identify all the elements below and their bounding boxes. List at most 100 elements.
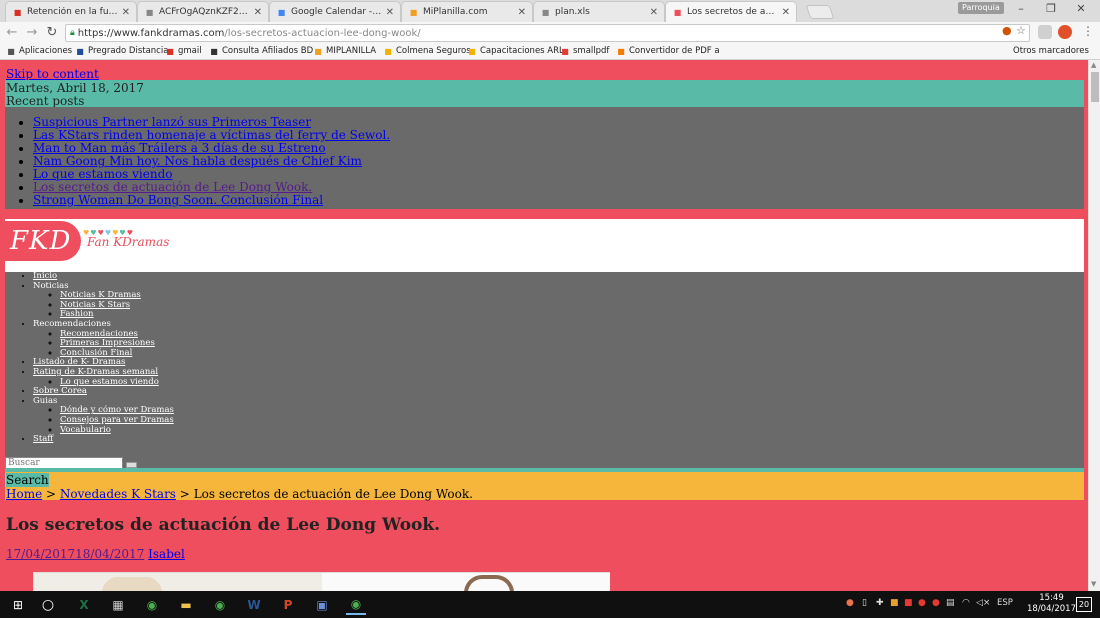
chrome-active-icon[interactable]: ◉ — [346, 595, 366, 615]
breadcrumb-category[interactable]: Novedades K Stars — [60, 487, 176, 501]
excel-icon[interactable]: X — [74, 595, 94, 615]
browser-tab[interactable]: ■ MiPlanilla.com ✕ — [401, 1, 533, 22]
network-app-icon[interactable]: ▣ — [312, 595, 332, 615]
close-tab-icon[interactable]: ✕ — [122, 7, 130, 18]
site-logo[interactable]: FKD — [5, 221, 81, 261]
submenu-link[interactable]: Primeras Impresiones — [60, 338, 155, 348]
skip-to-content-link[interactable]: Skip to content — [6, 67, 99, 81]
bookmark-item[interactable]: ■ Capacitaciones ARL — [467, 46, 564, 56]
bookmark-star-icon[interactable]: ☆ — [1016, 24, 1026, 37]
back-arrow-icon[interactable]: ← — [4, 25, 20, 41]
tray-app-icon[interactable]: ● — [932, 598, 940, 608]
chrome-icon[interactable]: ◉ — [142, 595, 162, 615]
submenu-link[interactable]: Noticias K Dramas — [60, 290, 141, 300]
tray-app-icon[interactable]: ■ — [904, 598, 913, 608]
featured-image — [33, 572, 610, 591]
browser-tab[interactable]: ■ Retención en la fuente -✕ — [5, 1, 137, 22]
breadcrumb-home[interactable]: Home — [6, 487, 42, 501]
close-tab-icon[interactable]: ✕ — [518, 7, 526, 18]
tray-app-icon[interactable]: ● — [846, 598, 854, 608]
browser-tab[interactable]: ■ Google Calendar - Mes d✕ — [269, 1, 401, 22]
bookmark-item[interactable]: ■ Convertidor de PDF a — [616, 46, 719, 56]
profile-badge[interactable]: Parroquia — [958, 2, 1004, 14]
menu-link[interactable]: Noticias — [33, 281, 69, 291]
close-window-icon[interactable]: ✕ — [1066, 2, 1096, 15]
recent-post-link[interactable]: Nam Goong Min hoy. Nos habla después de … — [33, 154, 362, 168]
main-navigation: InicioNoticiasNoticias K DramasNoticias … — [5, 271, 1084, 467]
reload-icon[interactable]: ↻ — [44, 25, 60, 41]
breadcrumb-separator: > — [179, 487, 190, 501]
post-date-link[interactable]: 17/04/201718/04/2017 — [6, 547, 144, 561]
powerpoint-icon[interactable]: P — [278, 595, 298, 615]
gmail-icon: ■ — [166, 46, 174, 56]
submenu-link[interactable]: Recomendaciones — [60, 329, 138, 339]
bookmark-item[interactable]: ■ Consulta Afiliados BD — [209, 46, 313, 56]
tray-app-icon[interactable]: ■ — [890, 598, 899, 608]
translate-icon[interactable]: ● — [1002, 24, 1012, 37]
extension-badge-icon[interactable] — [1058, 25, 1072, 39]
menu-link[interactable]: Guias — [33, 396, 57, 406]
windows-start-icon[interactable]: ⊞ — [8, 595, 28, 615]
extension-icon[interactable] — [1038, 25, 1052, 39]
browser-tab[interactable]: ■ Los secretos de actuació✕ — [665, 1, 797, 22]
recent-post-link[interactable]: Lo que estamos viendo — [33, 167, 173, 181]
bookmark-item[interactable]: ■ MIPLANILLA — [313, 46, 376, 56]
bookmark-item[interactable]: ■ Pregrado Distancia — [75, 46, 168, 56]
scroll-down-icon[interactable]: ▼ — [1091, 580, 1096, 588]
file-explorer-icon[interactable]: ▬ — [176, 595, 196, 615]
bookmark-item[interactable]: ■ gmail — [165, 46, 201, 56]
page-scrollbar[interactable]: ▲ ▼ — [1088, 60, 1100, 591]
scrollbar-thumb[interactable] — [1091, 72, 1099, 102]
word-icon[interactable]: W — [244, 595, 264, 615]
bookmark-item[interactable]: ■ Aplicaciones — [6, 46, 72, 56]
scroll-up-icon[interactable]: ▲ — [1091, 61, 1096, 69]
menu-link[interactable]: Rating de K-Dramas semanal — [33, 367, 158, 377]
recent-post-link[interactable]: Las KStars rinden homenaje a víctimas de… — [33, 128, 390, 142]
menu-link[interactable]: Recomendaciones — [33, 319, 111, 329]
notification-center-icon[interactable]: 20 — [1076, 597, 1092, 612]
menu-link[interactable]: Sobre Corea — [33, 386, 87, 396]
browser-tab[interactable]: ■ plan.xls ✕ — [533, 1, 665, 22]
recent-post-link[interactable]: Strong Woman Do Bong Soon. Conclusión Fi… — [33, 193, 323, 207]
forward-arrow-icon[interactable]: → — [24, 25, 40, 41]
security-icon[interactable]: ✚ — [876, 598, 884, 608]
wifi-icon[interactable]: ◠ — [962, 598, 970, 608]
chrome-icon[interactable]: ◉ — [210, 595, 230, 615]
tray-app-icon[interactable]: ▤ — [946, 598, 955, 608]
menu-link[interactable]: Staff — [33, 434, 53, 444]
submenu-link[interactable]: Lo que estamos viendo — [60, 377, 159, 387]
close-tab-icon[interactable]: ✕ — [386, 7, 394, 18]
recent-post-link[interactable]: Suspicious Partner lanzó sus Primeros Te… — [33, 115, 311, 129]
menu-dots-icon[interactable]: ⋮ — [1082, 24, 1094, 38]
menu-link[interactable]: Listado de K- Dramas — [33, 357, 125, 368]
language-indicator[interactable]: ESP — [997, 598, 1013, 608]
close-tab-icon[interactable]: ✕ — [782, 7, 790, 18]
submenu-link[interactable]: Consejos para ver Dramas — [60, 415, 174, 425]
post-author-link[interactable]: Isabel — [148, 547, 185, 561]
bookmark-item[interactable]: ■ Colmena Seguros — [383, 46, 470, 56]
document-icon: ■ — [145, 7, 154, 17]
submenu-link[interactable]: Fashion — [60, 309, 94, 320]
browser-tab[interactable]: ■ ACFrOgAQznKZF2HoT7✕ — [137, 1, 269, 22]
other-bookmarks[interactable]: Otros marcadores — [1013, 46, 1089, 56]
tray-app-icon[interactable]: ● — [918, 598, 926, 608]
submenu-link[interactable]: Dónde y cómo ver Dramas — [60, 405, 174, 416]
restore-icon[interactable]: ❐ — [1036, 2, 1066, 15]
volume-icon[interactable]: ◁× — [976, 598, 990, 608]
submenu-link[interactable]: Noticias K Stars — [60, 300, 130, 310]
recent-post-link[interactable]: Man to Man más Tráilers a 3 días de su E… — [33, 141, 326, 155]
address-bar[interactable]: 🔒︎ https://www.fankdramas.com/los-secret… — [65, 24, 1030, 42]
close-tab-icon[interactable]: ✕ — [254, 7, 262, 18]
close-tab-icon[interactable]: ✕ — [650, 7, 658, 18]
menu-link[interactable]: Inicio — [33, 271, 57, 281]
minimize-icon[interactable]: – — [1006, 2, 1036, 15]
usb-icon[interactable]: ▯ — [862, 598, 867, 608]
bookmark-item[interactable]: ■ smallpdf — [560, 46, 609, 56]
calculator-icon[interactable]: ▦ — [108, 595, 128, 615]
search-icon[interactable]: ○ — [38, 595, 58, 615]
submenu-link[interactable]: Conclusión Final — [60, 348, 132, 358]
submenu-link[interactable]: Vocabulario — [60, 425, 111, 435]
recent-post-link[interactable]: Los secretos de actuación de Lee Dong Wo… — [33, 180, 312, 194]
new-tab-button[interactable] — [805, 5, 835, 19]
system-clock[interactable]: 15:49 18/04/2017 — [1027, 593, 1076, 615]
